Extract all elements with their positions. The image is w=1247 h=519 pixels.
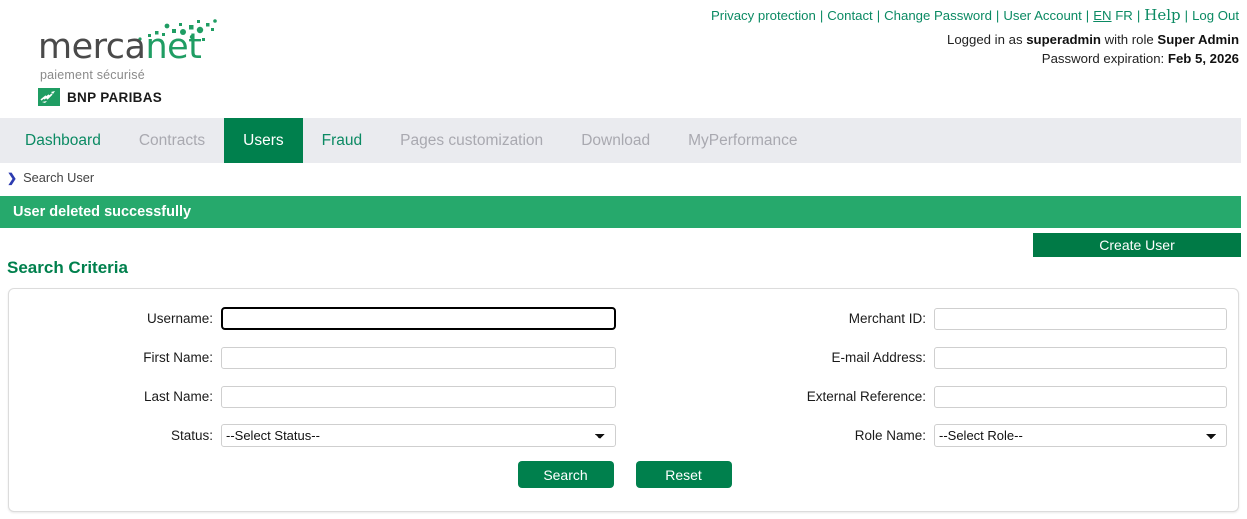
link-change-password[interactable]: Change Password bbox=[884, 8, 992, 23]
password-expiration-label: Password expiration: bbox=[1042, 51, 1164, 66]
separator: | bbox=[1086, 8, 1089, 23]
field-row-last-name: Last Name: bbox=[9, 377, 629, 416]
bnp-star-icon bbox=[38, 88, 60, 106]
logo-wordmark: mercanet bbox=[38, 30, 201, 65]
bnp-paribas-label: BNP PARIBAS bbox=[67, 90, 162, 105]
email-address-input[interactable] bbox=[934, 347, 1227, 369]
field-row-merchant-id: Merchant ID: bbox=[629, 299, 1239, 338]
logged-in-prefix: Logged in as bbox=[947, 32, 1023, 47]
logged-in-line: Logged in as superadmin with role Super … bbox=[947, 30, 1239, 49]
field-row-email-address: E-mail Address: bbox=[629, 338, 1239, 377]
utility-links: Privacy protection | Contact | Change Passwo… bbox=[711, 6, 1239, 25]
breadcrumb: ❯ Search User bbox=[7, 170, 94, 185]
breadcrumb-label: Search User bbox=[23, 170, 94, 185]
external-reference-input[interactable] bbox=[934, 386, 1227, 408]
session-role: Super Admin bbox=[1157, 32, 1239, 47]
main-navigation: Dashboard Contracts Users Fraud Pages cu… bbox=[0, 118, 1241, 163]
session-info: Logged in as superadmin with role Super … bbox=[947, 30, 1239, 68]
page-header: mercanet paiement sécurisé BNP PARIBAS P… bbox=[0, 0, 1247, 115]
field-row-username: Username: bbox=[9, 299, 629, 338]
form-column-left: Username: First Name: Last Name: Status:… bbox=[9, 299, 629, 455]
nav-list: Dashboard Contracts Users Fraud Pages cu… bbox=[0, 118, 1241, 163]
form-column-right: Merchant ID: E-mail Address: External Re… bbox=[629, 299, 1239, 455]
logo-word-primary: merca bbox=[38, 27, 145, 67]
label-first-name: First Name: bbox=[9, 350, 221, 365]
chevron-right-icon: ❯ bbox=[7, 171, 17, 185]
role-name-select[interactable]: --Select Role-- bbox=[934, 424, 1227, 447]
create-user-button[interactable]: Create User bbox=[1033, 233, 1241, 257]
page-root: mercanet paiement sécurisé BNP PARIBAS P… bbox=[0, 0, 1247, 519]
link-privacy-protection[interactable]: Privacy protection bbox=[711, 8, 816, 23]
label-username: Username: bbox=[9, 311, 221, 326]
logo-tagline: paiement sécurisé bbox=[40, 68, 145, 82]
first-name-input[interactable] bbox=[221, 347, 616, 369]
merchant-id-input[interactable] bbox=[934, 308, 1227, 330]
label-role-name: Role Name: bbox=[629, 428, 934, 443]
password-expiration-line: Password expiration: Feb 5, 2026 bbox=[947, 49, 1239, 68]
link-contact[interactable]: Contact bbox=[827, 8, 872, 23]
label-email-address: E-mail Address: bbox=[629, 350, 934, 365]
separator: | bbox=[1137, 8, 1140, 23]
password-expiration-value: Feb 5, 2026 bbox=[1168, 51, 1239, 66]
bnp-paribas-logo: BNP PARIBAS bbox=[38, 88, 162, 106]
link-help[interactable]: Help bbox=[1144, 6, 1180, 24]
role-prefix: with role bbox=[1105, 32, 1154, 47]
link-user-account[interactable]: User Account bbox=[1003, 8, 1081, 23]
success-banner: User deleted successfully bbox=[0, 196, 1241, 228]
separator: | bbox=[1185, 8, 1188, 23]
session-username: superadmin bbox=[1026, 32, 1101, 47]
link-log-out[interactable]: Log Out bbox=[1192, 8, 1239, 23]
label-status: Status: bbox=[9, 428, 221, 443]
nav-item-contracts: Contracts bbox=[120, 118, 224, 163]
field-row-role-name: Role Name: --Select Role-- bbox=[629, 416, 1239, 455]
label-last-name: Last Name: bbox=[9, 389, 221, 404]
username-input[interactable] bbox=[221, 307, 616, 330]
field-row-status: Status: --Select Status-- bbox=[9, 416, 629, 455]
nav-item-pages-customization: Pages customization bbox=[381, 118, 562, 163]
success-banner-message: User deleted successfully bbox=[13, 204, 191, 220]
link-language-en[interactable]: EN bbox=[1093, 8, 1111, 23]
status-select[interactable]: --Select Status-- bbox=[221, 424, 616, 447]
field-row-external-reference: External Reference: bbox=[629, 377, 1239, 416]
search-criteria-panel: Username: First Name: Last Name: Status:… bbox=[8, 288, 1239, 512]
link-language-fr[interactable]: FR bbox=[1115, 8, 1133, 23]
search-button[interactable]: Search bbox=[518, 461, 614, 488]
logo-word-accent: net bbox=[145, 27, 201, 67]
nav-item-fraud[interactable]: Fraud bbox=[303, 118, 382, 163]
nav-item-download: Download bbox=[562, 118, 669, 163]
label-external-reference: External Reference: bbox=[629, 389, 934, 404]
form-actions: Search Reset bbox=[9, 461, 1240, 488]
label-merchant-id: Merchant ID: bbox=[629, 311, 934, 326]
reset-button[interactable]: Reset bbox=[636, 461, 732, 488]
separator: | bbox=[996, 8, 999, 23]
nav-item-myperformance: MyPerformance bbox=[669, 118, 816, 163]
page-title: Search Criteria bbox=[7, 258, 128, 278]
nav-item-users[interactable]: Users bbox=[224, 118, 302, 163]
mercanet-logo[interactable]: mercanet paiement sécurisé BNP PARIBAS bbox=[38, 8, 238, 108]
last-name-input[interactable] bbox=[221, 386, 616, 408]
field-row-first-name: First Name: bbox=[9, 338, 629, 377]
nav-item-dashboard[interactable]: Dashboard bbox=[6, 118, 120, 163]
separator: | bbox=[877, 8, 880, 23]
separator: | bbox=[820, 8, 823, 23]
